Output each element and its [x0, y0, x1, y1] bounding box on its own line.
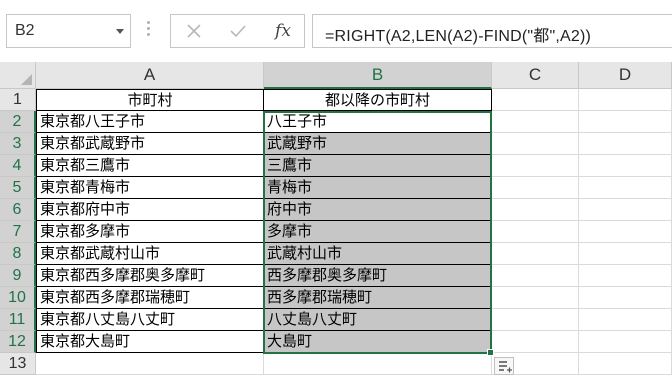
cell-b11[interactable]: 八丈島八丈町	[264, 309, 492, 331]
cell-b4[interactable]: 三鷹市	[264, 155, 492, 177]
close-icon	[187, 24, 201, 38]
cell-c1[interactable]	[492, 89, 579, 111]
cell-b2[interactable]: 八王子市	[264, 111, 492, 133]
column-header-a[interactable]: A	[36, 62, 264, 89]
cell-d11[interactable]	[579, 309, 672, 331]
cell-a3[interactable]: 東京都武蔵野市	[36, 133, 264, 155]
fx-label: fx	[275, 21, 291, 41]
check-icon	[230, 25, 246, 38]
column-header-b[interactable]: B	[264, 62, 492, 89]
cell-a8[interactable]: 東京都武蔵村山市	[36, 243, 264, 265]
formula-input[interactable]: =RIGHT(A2,LEN(A2)-FIND("都",A2))	[312, 14, 672, 48]
cell-d10[interactable]	[579, 287, 672, 309]
cell-b1[interactable]: 都以降の市町村	[264, 89, 492, 111]
cell-c3[interactable]	[492, 133, 579, 155]
cell-c10[interactable]	[492, 287, 579, 309]
cell-b12[interactable]: 大島町	[264, 331, 492, 353]
select-all-icon	[21, 74, 32, 85]
cell-a12[interactable]: 東京都大島町	[36, 331, 264, 353]
cell-a10[interactable]: 東京都西多摩郡瑞穂町	[36, 287, 264, 309]
cell-b13[interactable]	[264, 353, 492, 375]
cell-b5[interactable]: 青梅市	[264, 177, 492, 199]
cell-c9[interactable]	[492, 265, 579, 287]
row-header-11[interactable]: 11	[0, 309, 36, 331]
cell-a7[interactable]: 東京都多摩市	[36, 221, 264, 243]
cell-c11[interactable]	[492, 309, 579, 331]
cancel-button[interactable]	[177, 17, 211, 45]
quick-analysis-icon	[499, 361, 512, 373]
cell-b3[interactable]: 武蔵野市	[264, 133, 492, 155]
cell-d9[interactable]	[579, 265, 672, 287]
row-header-5[interactable]: 5	[0, 177, 36, 199]
cell-d6[interactable]	[579, 199, 672, 221]
cell-a2[interactable]: 東京都八王子市	[36, 111, 264, 133]
fill-handle[interactable]	[487, 349, 494, 356]
cell-c7[interactable]	[492, 221, 579, 243]
quick-analysis-button[interactable]	[494, 357, 514, 375]
cell-a11[interactable]: 東京都八丈島八丈町	[36, 309, 264, 331]
cell-a13[interactable]	[36, 353, 264, 375]
cell-d12[interactable]	[579, 331, 672, 353]
cell-b9[interactable]: 西多摩郡奥多摩町	[264, 265, 492, 287]
cell-d4[interactable]	[579, 155, 672, 177]
row-header-12[interactable]: 12	[0, 331, 36, 353]
row-header-10[interactable]: 10	[0, 287, 36, 309]
name-box-value: B2	[15, 22, 35, 39]
spreadsheet-grid: A B C D 1 市町村 都以降の市町村 2 東京都八王子市 八王子市 3 東京都武蔵野市武…	[0, 62, 672, 379]
cell-b6[interactable]: 府中市	[264, 199, 492, 221]
formula-text: =RIGHT(A2,LEN(A2)-FIND("都",A2))	[325, 28, 592, 45]
cell-c8[interactable]	[492, 243, 579, 265]
cell-a4[interactable]: 東京都三鷹市	[36, 155, 264, 177]
cell-c12[interactable]	[492, 331, 579, 353]
row-header-3[interactable]: 3	[0, 133, 36, 155]
column-header-c[interactable]: C	[492, 62, 579, 89]
enter-button[interactable]	[221, 17, 255, 45]
cell-c2[interactable]	[492, 111, 579, 133]
cell-b10[interactable]: 西多摩郡瑞穂町	[264, 287, 492, 309]
cell-a9[interactable]: 東京都西多摩郡奥多摩町	[36, 265, 264, 287]
formula-buttons: fx	[170, 14, 305, 48]
chevron-down-icon[interactable]	[116, 29, 124, 34]
cell-d1[interactable]	[579, 89, 672, 111]
more-options-icon[interactable]	[147, 21, 150, 41]
row-header-8[interactable]: 8	[0, 243, 36, 265]
row-header-7[interactable]: 7	[0, 221, 36, 243]
formula-bar: B2 fx =RIGHT(A2,LEN(A2)-FIND("都",A2))	[0, 0, 672, 62]
name-box[interactable]: B2	[6, 14, 131, 48]
cell-b8[interactable]: 武蔵村山市	[264, 243, 492, 265]
cell-c4[interactable]	[492, 155, 579, 177]
cell-a6[interactable]: 東京都府中市	[36, 199, 264, 221]
select-all-button[interactable]	[0, 62, 36, 89]
cell-d3[interactable]	[579, 133, 672, 155]
cell-c5[interactable]	[492, 177, 579, 199]
cell-a1[interactable]: 市町村	[36, 89, 264, 111]
insert-function-button[interactable]: fx	[266, 17, 300, 45]
cell-d8[interactable]	[579, 243, 672, 265]
row-header-6[interactable]: 6	[0, 199, 36, 221]
row-header-2[interactable]: 2	[0, 111, 36, 133]
cell-d5[interactable]	[579, 177, 672, 199]
row-header-13[interactable]: 13	[0, 353, 36, 375]
cell-b7[interactable]: 多摩市	[264, 221, 492, 243]
row-header-4[interactable]: 4	[0, 155, 36, 177]
cell-c6[interactable]	[492, 199, 579, 221]
column-header-d[interactable]: D	[579, 62, 672, 89]
cell-d7[interactable]	[579, 221, 672, 243]
row-header-9[interactable]: 9	[0, 265, 36, 287]
cell-a5[interactable]: 東京都青梅市	[36, 177, 264, 199]
cell-d13[interactable]	[579, 353, 672, 375]
cell-d2[interactable]	[579, 111, 672, 133]
row-header-1[interactable]: 1	[0, 89, 36, 111]
